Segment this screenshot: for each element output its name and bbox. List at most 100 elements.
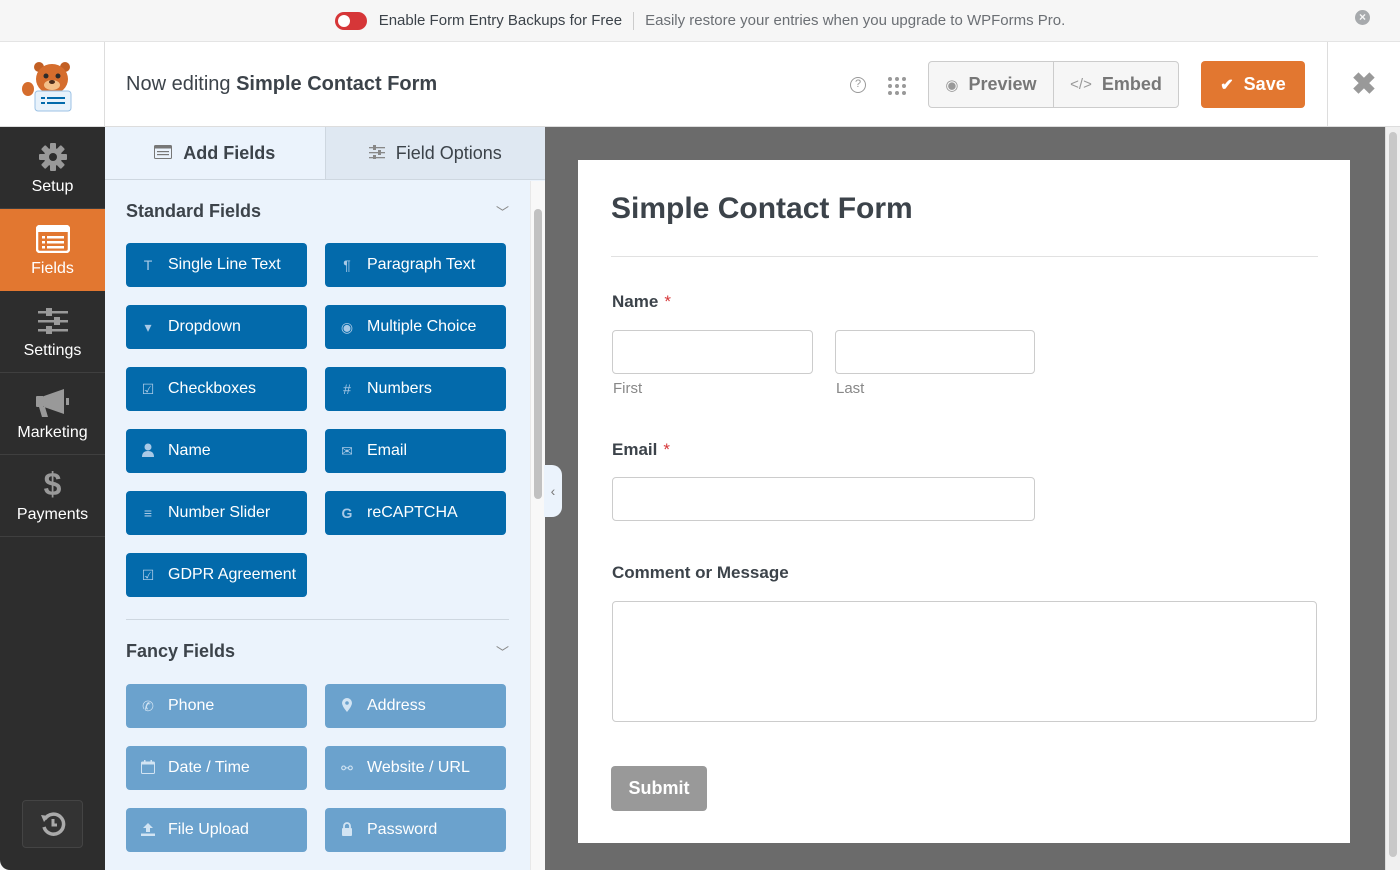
list-icon [154, 143, 173, 164]
builder-header: Now editing Simple Contact Form ? ◉ Prev… [0, 42, 1400, 127]
preview-scrollbar[interactable] [1385, 127, 1400, 870]
logo [0, 42, 105, 127]
panel-tabs: Add Fields Field Options [105, 127, 545, 180]
field-button-file-upload[interactable]: File Upload [126, 808, 307, 852]
field-button-numbers[interactable]: # Numbers [325, 367, 506, 411]
gear-icon [38, 140, 68, 174]
section-standard-fields[interactable]: Standard Fields ﹀ [126, 181, 509, 241]
required-asterisk: * [664, 292, 671, 311]
field-label: GDPR Agreement [168, 566, 297, 583]
first-name-input[interactable] [612, 330, 813, 374]
dollar-icon: $ [43, 466, 62, 502]
nav-item-marketing[interactable]: Marketing [0, 373, 105, 455]
field-label: Name [168, 442, 211, 459]
field-button-number-slider[interactable]: ≡ Number Slider [126, 491, 307, 535]
collapse-panel-toggle[interactable]: ‹ [544, 465, 562, 517]
message-field-label[interactable]: Comment or Message [612, 563, 789, 583]
tab-add-fields[interactable]: Add Fields [105, 127, 325, 179]
tab-field-options[interactable]: Field Options [324, 127, 545, 179]
panel-scrollbar[interactable] [530, 181, 545, 870]
close-x-icon[interactable]: ✖ [1351, 69, 1376, 100]
field-button-name[interactable]: Name [126, 429, 307, 473]
field-label: File Upload [168, 821, 249, 838]
form-preview-area: Simple Contact Form Name * First Last Ema… [545, 127, 1385, 870]
question-circle-icon[interactable]: ? [850, 77, 866, 93]
nav-item-setup[interactable]: Setup [0, 127, 105, 209]
page-title: Now editing Simple Contact Form [126, 73, 437, 96]
name-field-label[interactable]: Name * [612, 292, 671, 312]
field-label: Dropdown [168, 318, 241, 335]
section-fancy-fields[interactable]: Fancy Fields ﹀ [126, 620, 509, 682]
revisions-button[interactable] [22, 800, 83, 848]
nav-label: Settings [23, 341, 82, 359]
field-button-gdpr-agreement[interactable]: ☑ GDPR Agreement [126, 553, 307, 597]
nav-item-payments[interactable]: $ Payments [0, 455, 105, 537]
radio-icon: ◉ [340, 318, 354, 335]
required-asterisk: * [663, 440, 670, 459]
preview-embed-group: ◉ Preview </> Embed [928, 61, 1179, 108]
history-icon [40, 812, 65, 836]
field-button-recaptcha[interactable]: GreCAPTCHA [325, 491, 506, 535]
notice-message: Easily restore your entries when you upg… [645, 12, 1066, 29]
tab-label: Add Fields [183, 142, 276, 163]
field-button-dropdown[interactable]: ▾ Dropdown [126, 305, 307, 349]
field-button-paragraph-text[interactable]: ¶ Paragraph Text [325, 243, 506, 287]
notice-bar: Enable Form Entry Backups for Free Easil… [0, 0, 1400, 42]
preview-scrollbar-thumb[interactable] [1389, 132, 1397, 857]
notice-headline: Enable Form Entry Backups for Free [378, 12, 623, 29]
chevron-left-icon: ‹ [550, 483, 556, 499]
nav-item-fields[interactable]: Fields [0, 209, 105, 291]
field-label: Checkboxes [168, 380, 257, 397]
message-textarea[interactable] [612, 601, 1317, 722]
field-label: Address [367, 697, 426, 714]
field-button-date-time[interactable]: Date / Time [126, 746, 307, 790]
backup-toggle[interactable] [334, 11, 367, 30]
last-name-input[interactable] [835, 330, 1035, 374]
link-icon: ⚯ [341, 759, 353, 776]
panel-scrollbar-thumb[interactable] [534, 209, 542, 499]
standard-fields-grid: T Single Line Text ¶ Paragraph Text ▾ Dropd… [126, 243, 509, 597]
form-title: Simple Contact Form [611, 192, 913, 225]
lock-icon [339, 821, 355, 839]
email-label-text: Email [612, 440, 658, 459]
field-label: Email [367, 442, 408, 459]
save-button[interactable]: ✔ Save [1201, 61, 1305, 108]
checkmark-icon: ✔ [1220, 76, 1234, 94]
text-cursor-icon: T [143, 257, 153, 273]
field-button-checkboxes[interactable]: ☑ Checkboxes [126, 367, 307, 411]
field-button-email[interactable]: ✉ Email [325, 429, 506, 473]
field-button-single-line-text[interactable]: T Single Line Text [126, 243, 307, 287]
field-label: Single Line Text [168, 256, 281, 273]
field-button-password[interactable]: Password [325, 808, 506, 852]
last-sublabel: Last [836, 380, 865, 397]
sliders-icon: ≡ [143, 505, 153, 521]
field-button-address[interactable]: Address [325, 684, 506, 728]
nav-item-settings[interactable]: Settings [0, 291, 105, 373]
name-label-text: Name [612, 292, 659, 311]
submit-button[interactable]: Submit [611, 766, 707, 811]
nav-label: Fields [31, 259, 74, 277]
eye-icon: ◉ [945, 76, 959, 94]
first-sublabel: First [613, 380, 643, 397]
embed-button[interactable]: </> Embed [1053, 62, 1178, 107]
field-label: Password [367, 821, 438, 838]
preview-button[interactable]: ◉ Preview [929, 62, 1053, 107]
save-label: Save [1243, 74, 1286, 94]
field-label: Phone [168, 697, 215, 714]
chevron-down-icon: ﹀ [495, 644, 509, 660]
grid-dots-icon[interactable] [888, 77, 906, 95]
close-circle-icon[interactable]: × [1355, 10, 1370, 25]
sliders-icon [37, 304, 68, 338]
checkbox-icon: ☑ [141, 380, 155, 397]
code-icon: </> [1070, 76, 1092, 93]
paragraph-icon: ¶ [343, 257, 351, 273]
field-button-multiple-choice[interactable]: ◉ Multiple Choice [325, 305, 506, 349]
field-button-phone[interactable]: ✆ Phone [126, 684, 307, 728]
email-input[interactable] [612, 477, 1035, 521]
nav-label: Payments [16, 505, 89, 523]
field-label: Paragraph Text [367, 256, 476, 273]
tab-label: Field Options [395, 142, 502, 163]
field-button-website-url[interactable]: ⚯ Website / URL [325, 746, 506, 790]
field-label: Multiple Choice [367, 318, 477, 335]
email-field-label[interactable]: Email * [612, 440, 670, 460]
